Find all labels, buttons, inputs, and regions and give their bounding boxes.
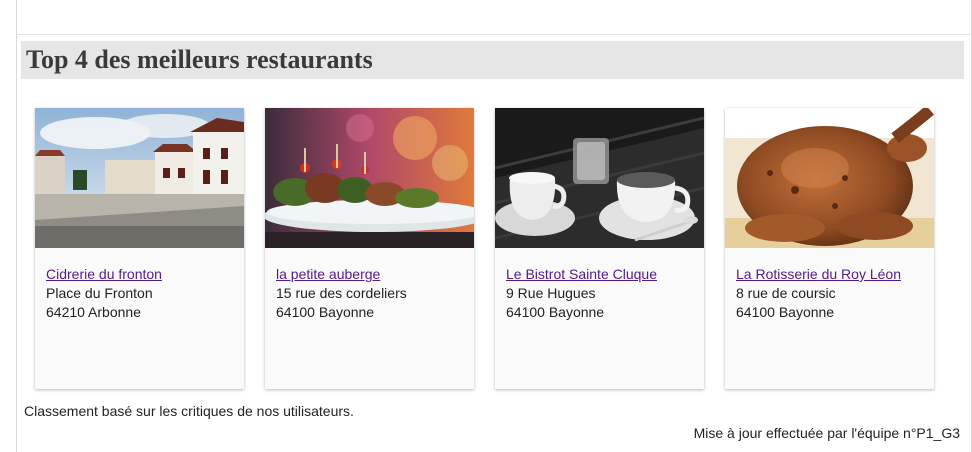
restaurant-photo[interactable] (265, 108, 474, 248)
restaurant-link[interactable]: La Rotisserie du Roy Léon (736, 265, 901, 283)
restaurant-address: Place du Fronton (46, 285, 153, 301)
restaurant-card: la petite auberge 15 rue des cordeliers … (265, 108, 474, 389)
restaurant-city: 64100 Bayonne (276, 304, 375, 320)
restaurant-city: 64100 Bayonne (736, 304, 835, 320)
restaurant-link[interactable]: la petite auberge (276, 265, 380, 283)
section-title: Top 4 des meilleurs restaurants (26, 45, 373, 74)
roast-chicken-image (725, 108, 934, 248)
update-credit: Mise à jour effectuée par l'équipe n°P1_… (693, 425, 960, 441)
restaurant-city: 64100 Bayonne (506, 304, 605, 320)
restaurant-address: 9 Rue Hugues (506, 285, 596, 301)
coffee-cups-image (495, 108, 704, 248)
restaurant-card: Le Bistrot Sainte Cluque 9 Rue Hugues 64… (495, 108, 704, 389)
restaurant-link[interactable]: Cidrerie du fronton (46, 265, 162, 283)
tapas-plate-image (265, 108, 474, 248)
village-square-image (35, 108, 244, 248)
restaurant-link[interactable]: Le Bistrot Sainte Cluque (506, 265, 657, 283)
restaurant-address: 15 rue des cordeliers (276, 285, 407, 301)
restaurant-address: 8 rue de coursic (736, 285, 836, 301)
restaurant-city: 64210 Arbonne (46, 304, 141, 320)
divider (16, 34, 972, 35)
restaurant-photo[interactable] (35, 108, 244, 248)
ranking-note: Classement basé sur les critiques de nos… (24, 403, 354, 419)
restaurant-photo[interactable] (725, 108, 934, 248)
restaurant-card: La Rotisserie du Roy Léon 8 rue de cours… (725, 108, 934, 389)
restaurant-card: Cidrerie du fronton Place du Fronton 642… (35, 108, 244, 389)
restaurant-photo[interactable] (495, 108, 704, 248)
